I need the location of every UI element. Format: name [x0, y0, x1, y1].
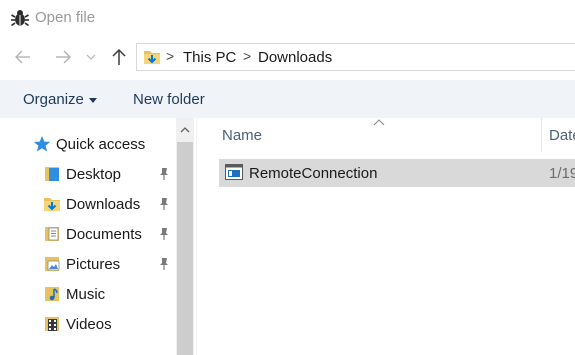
column-header-name[interactable]: Name	[222, 127, 262, 144]
address-bar[interactable]: > This PC > Downloads	[136, 43, 575, 71]
downloads-folder-icon	[44, 198, 60, 211]
scrollbar-thumb[interactable]	[177, 142, 193, 355]
sidebar-item-quick-access[interactable]: Quick access	[33, 132, 145, 156]
arrow-right-icon	[56, 50, 71, 64]
navigation-pane: Quick access Desktop Downloads Documents…	[0, 118, 197, 355]
command-bar: Organize New folder	[0, 80, 575, 118]
pin-icon[interactable]	[158, 257, 170, 271]
arrow-up-icon	[112, 48, 126, 65]
sidebar-item-desktop[interactable]: Desktop	[43, 162, 121, 186]
title-bar: Open file	[0, 0, 575, 36]
chevron-down-icon	[86, 54, 96, 60]
breadcrumb-this-pc[interactable]: This PC	[183, 49, 236, 66]
sidebar-item-label: Documents	[66, 225, 142, 243]
remote-desktop-file-icon	[225, 164, 243, 180]
open-file-dialog: Open file > This PC > Downloads Organize…	[0, 0, 575, 355]
file-list: Name Date RemoteConnection 1/19	[205, 118, 575, 355]
sidebar-item-label: Downloads	[66, 195, 141, 213]
sidebar-item-label: Music	[66, 285, 106, 303]
forward-button[interactable]	[52, 46, 74, 68]
organize-label: Organize	[23, 91, 84, 108]
organize-button[interactable]: Organize	[23, 91, 97, 108]
navigation-row: > This PC > Downloads	[0, 36, 575, 80]
column-separator[interactable]	[541, 118, 542, 152]
sidebar-item-documents[interactable]: Documents	[43, 222, 142, 246]
caret-down-icon	[88, 97, 97, 103]
sidebar-item-label: Videos	[66, 315, 112, 333]
sidebar-item-label: Quick access	[56, 135, 146, 153]
up-button[interactable]	[108, 46, 130, 68]
downloads-folder-icon	[144, 51, 160, 64]
sidebar-item-music[interactable]: Music	[43, 282, 105, 306]
desktop-folder-icon	[45, 167, 59, 181]
arrow-left-icon	[15, 50, 30, 64]
sort-ascending-icon	[373, 119, 385, 126]
recent-locations-button[interactable]	[84, 46, 98, 68]
sidebar-item-label: Desktop	[66, 165, 122, 183]
sidebar-item-downloads[interactable]: Downloads	[43, 192, 140, 216]
documents-folder-icon	[45, 227, 59, 241]
pictures-folder-icon	[45, 257, 60, 271]
breadcrumb-downloads[interactable]: Downloads	[258, 49, 332, 66]
breadcrumb-separator[interactable]: >	[166, 48, 174, 64]
scroll-up-button[interactable]	[176, 121, 194, 139]
pin-icon[interactable]	[158, 227, 170, 241]
star-icon	[33, 136, 51, 152]
sidebar-item-videos[interactable]: Videos	[43, 312, 112, 336]
breadcrumb-separator[interactable]: >	[243, 48, 251, 64]
pin-icon[interactable]	[158, 167, 170, 181]
file-row[interactable]: RemoteConnection 1/19	[219, 159, 575, 187]
sidebar-item-label: Pictures	[66, 255, 121, 273]
chevron-up-icon	[180, 127, 190, 133]
navigation-pane-scrollbar[interactable]	[176, 118, 194, 355]
window-title: Open file	[35, 9, 96, 26]
pin-icon[interactable]	[158, 197, 170, 211]
file-date: 1/19	[549, 165, 575, 182]
pane-divider[interactable]	[196, 118, 197, 355]
sidebar-item-pictures[interactable]: Pictures	[43, 252, 120, 276]
column-header-date[interactable]: Date	[549, 127, 575, 144]
bug-icon	[11, 10, 29, 27]
new-folder-button[interactable]: New folder	[133, 91, 205, 108]
videos-folder-icon	[45, 317, 59, 331]
back-button[interactable]	[12, 46, 34, 68]
file-name: RemoteConnection	[249, 165, 378, 182]
music-folder-icon	[45, 287, 59, 301]
